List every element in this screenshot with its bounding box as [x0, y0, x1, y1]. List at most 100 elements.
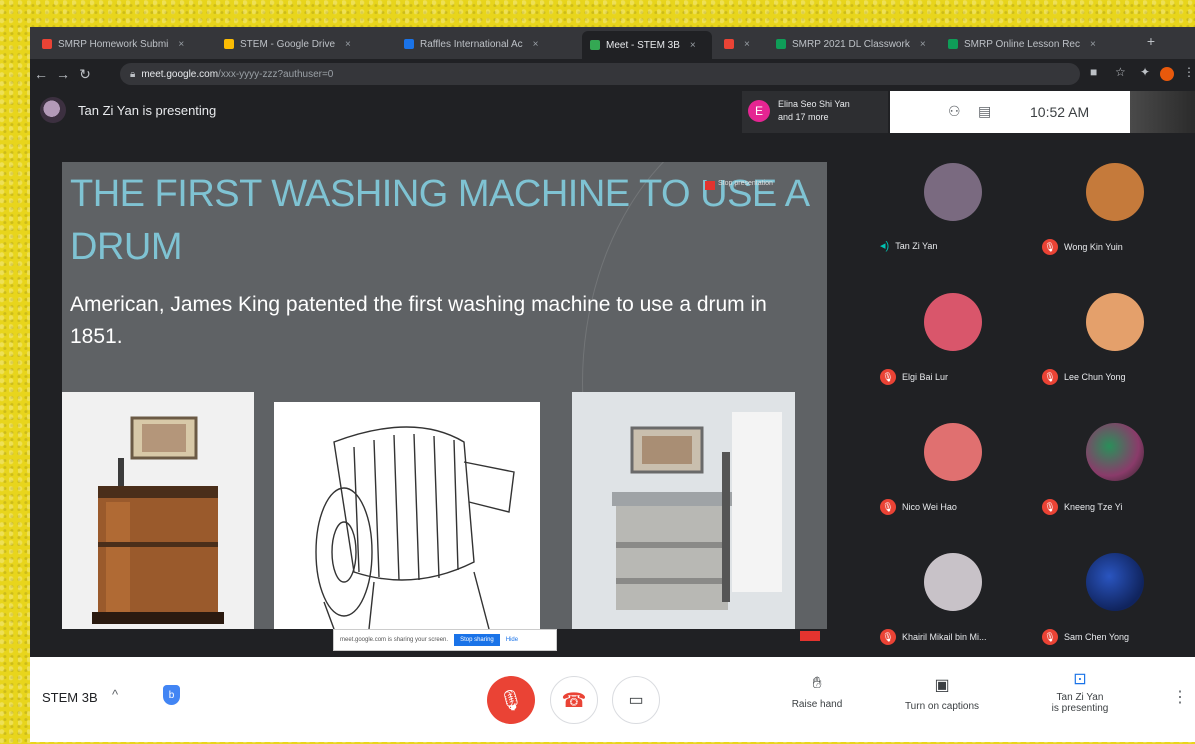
- mic-off-icon: 🎙︎: [1042, 499, 1058, 515]
- participant-tile[interactable]: 🎙︎ Kneeng Tze Yi: [1034, 393, 1194, 523]
- raise-hand-button[interactable]: ✋︎ Raise hand: [782, 675, 852, 710]
- washing-machine-photo-2: [572, 392, 795, 629]
- participant-tile[interactable]: ◂) Tan Zi Yan: [872, 133, 1032, 263]
- screen-share-banner: meet.google.com is sharing your screen. …: [333, 629, 557, 651]
- back-icon[interactable]: ←: [30, 66, 52, 82]
- mic-off-icon: 🎙︎: [880, 629, 896, 645]
- close-icon[interactable]: ×: [744, 39, 750, 50]
- participant-tile[interactable]: 🎙︎ Wong Kin Yuin: [1034, 133, 1194, 263]
- leave-call-button[interactable]: ☎︎: [550, 676, 598, 724]
- reload-icon[interactable]: ↻: [74, 66, 96, 83]
- close-icon[interactable]: ×: [178, 39, 184, 50]
- tab-lesson[interactable]: SMRP Online Lesson Rec ×: [940, 33, 1114, 55]
- avatar: [924, 423, 982, 481]
- forward-icon[interactable]: →: [52, 66, 74, 82]
- camera-icon[interactable]: ■: [1090, 65, 1097, 79]
- tab-label: Meet - STEM 3B: [606, 39, 680, 51]
- tab-bar: SMRP Homework Submi × STEM - Google Driv…: [30, 27, 1195, 59]
- recording-indicator: [800, 631, 820, 641]
- shield-icon[interactable]: b: [163, 685, 180, 705]
- recording-icon: [705, 181, 715, 190]
- shared-slide: THE FIRST WASHING MACHINE TO USE A DRUM …: [62, 162, 827, 629]
- more-options-icon[interactable]: ⋮: [1172, 687, 1188, 707]
- new-tab-button[interactable]: +: [1147, 33, 1155, 49]
- presenting-line2: is presenting: [1051, 703, 1109, 714]
- mic-off-icon: 🎙︎: [1042, 369, 1058, 385]
- mic-off-icon: 🎙︎: [1042, 239, 1058, 255]
- meet-controls: STEM 3B ^ b 🎙︎ ☎︎ ▭ ✋︎ Raise hand ▣ Turn…: [30, 657, 1195, 742]
- people-icon[interactable]: ⚇: [948, 103, 961, 120]
- close-icon[interactable]: ×: [1090, 39, 1096, 50]
- stop-sharing-button[interactable]: Stop sharing: [454, 634, 500, 646]
- chevron-up-icon[interactable]: ^: [112, 687, 118, 702]
- mic-off-icon: 🎙︎: [498, 689, 524, 712]
- slide-title: THE FIRST WASHING MACHINE TO USE A DRUM: [70, 173, 808, 268]
- presenter-text: Tan Zi Yan is presenting: [78, 103, 217, 118]
- participant-name: Kneeng Tze Yi: [1064, 502, 1123, 512]
- menu-icon[interactable]: ⋮: [1183, 65, 1195, 79]
- avatar: [1086, 293, 1144, 351]
- tab-homework[interactable]: SMRP Homework Submi ×: [34, 33, 214, 55]
- camera-icon: ▭: [628, 692, 644, 709]
- drum-machine-drawing: [274, 402, 540, 629]
- hide-button[interactable]: Hide: [506, 637, 518, 643]
- participant-tile[interactable]: 🎙︎ Nico Wei Hao: [872, 393, 1032, 523]
- present-icon: ⊡: [1073, 671, 1087, 688]
- participant-name: Khairil Mikail bin Mi...: [902, 632, 987, 642]
- meeting-name: STEM 3B: [42, 690, 98, 705]
- clock-time: 10:52 AM: [1030, 104, 1090, 120]
- self-view[interactable]: [1130, 91, 1195, 133]
- lock-icon: 🔒︎: [130, 68, 136, 80]
- mic-off-icon: 🎙︎: [880, 369, 896, 385]
- url-host: meet.google.com: [141, 68, 219, 80]
- url-path: /xxx-yyyy-zzz?authuser=0: [218, 68, 334, 80]
- participant-tile[interactable]: 🎙︎ Lee Chun Yong: [1034, 263, 1194, 393]
- participant-grid: ◂) Tan Zi Yan 🎙︎ Wong Kin Yuin 🎙︎ Elgi Bai …: [872, 133, 1195, 657]
- star-icon[interactable]: ☆: [1115, 65, 1126, 79]
- notification-avatar: E: [748, 100, 770, 122]
- tab-classwork[interactable]: SMRP 2021 DL Classwork ×: [768, 33, 938, 55]
- join-notification[interactable]: E Elina Seo Shi Yan and 17 more: [742, 91, 888, 133]
- presenting-button[interactable]: ⊡ Tan Zi Yan is presenting: [1040, 669, 1120, 714]
- tab-label: SMRP Online Lesson Rec: [964, 38, 1080, 50]
- tab-label: SMRP Homework Submi: [58, 38, 169, 50]
- slide-body: American, James King patented the first …: [70, 293, 767, 348]
- microphone-button[interactable]: 🎙︎: [487, 676, 535, 724]
- profile-avatar[interactable]: [1160, 67, 1174, 81]
- meet-header: Tan Zi Yan is presenting E Elina Seo Shi…: [30, 89, 1195, 133]
- tab-recording[interactable]: ×: [716, 33, 766, 55]
- participant-name: Elgi Bai Lur: [902, 372, 949, 382]
- tab-drive[interactable]: STEM - Google Drive ×: [216, 33, 394, 55]
- notification-line2: and 17 more: [778, 112, 829, 122]
- presenting-line1: Tan Zi Yan: [1056, 692, 1104, 703]
- tab-raffles[interactable]: Raffles International Ac ×: [396, 33, 582, 55]
- participant-tile[interactable]: 🎙︎ Sam Chen Yong: [1034, 523, 1194, 653]
- close-icon[interactable]: ×: [920, 39, 926, 50]
- camera-button[interactable]: ▭: [612, 676, 660, 724]
- participant-tile[interactable]: 🎙︎ Khairil Mikail bin Mi...: [872, 523, 1032, 653]
- record-icon: [724, 39, 734, 49]
- tab-meet[interactable]: Meet - STEM 3B ×: [582, 31, 712, 59]
- browser-window: SMRP Homework Submi × STEM - Google Driv…: [30, 27, 1195, 742]
- avatar: [1086, 423, 1144, 481]
- meet-info-bar: ⚇ ▤ 10:52 AM: [890, 91, 1130, 133]
- notification-line1: Elina Seo Shi Yan: [778, 99, 850, 109]
- speaking-icon: ◂): [880, 240, 890, 252]
- hand-icon: ✋︎: [812, 675, 822, 692]
- avatar: [1086, 553, 1144, 611]
- close-icon[interactable]: ×: [345, 39, 351, 50]
- participant-name: Tan Zi Yan: [895, 240, 938, 251]
- share-banner-text: meet.google.com is sharing your screen.: [340, 637, 449, 643]
- chat-icon[interactable]: ▤: [978, 103, 991, 120]
- participant-name: Lee Chun Yong: [1064, 372, 1126, 382]
- extensions-icon[interactable]: ✦: [1140, 65, 1150, 79]
- raise-hand-label: Raise hand: [791, 699, 843, 710]
- captions-button[interactable]: ▣ Turn on captions: [892, 675, 992, 712]
- captions-label: Turn on captions: [904, 701, 980, 712]
- close-icon[interactable]: ×: [533, 39, 539, 50]
- toolbar: ← → ↻ 🔒︎ meet.google.com /xxx-yyyy-zzz?a…: [30, 59, 1195, 89]
- address-bar[interactable]: 🔒︎ meet.google.com /xxx-yyyy-zzz?authuse…: [120, 63, 1080, 85]
- participant-tile[interactable]: 🎙︎ Elgi Bai Lur: [872, 263, 1032, 393]
- close-icon[interactable]: ×: [690, 40, 696, 51]
- meet-icon: [590, 40, 600, 50]
